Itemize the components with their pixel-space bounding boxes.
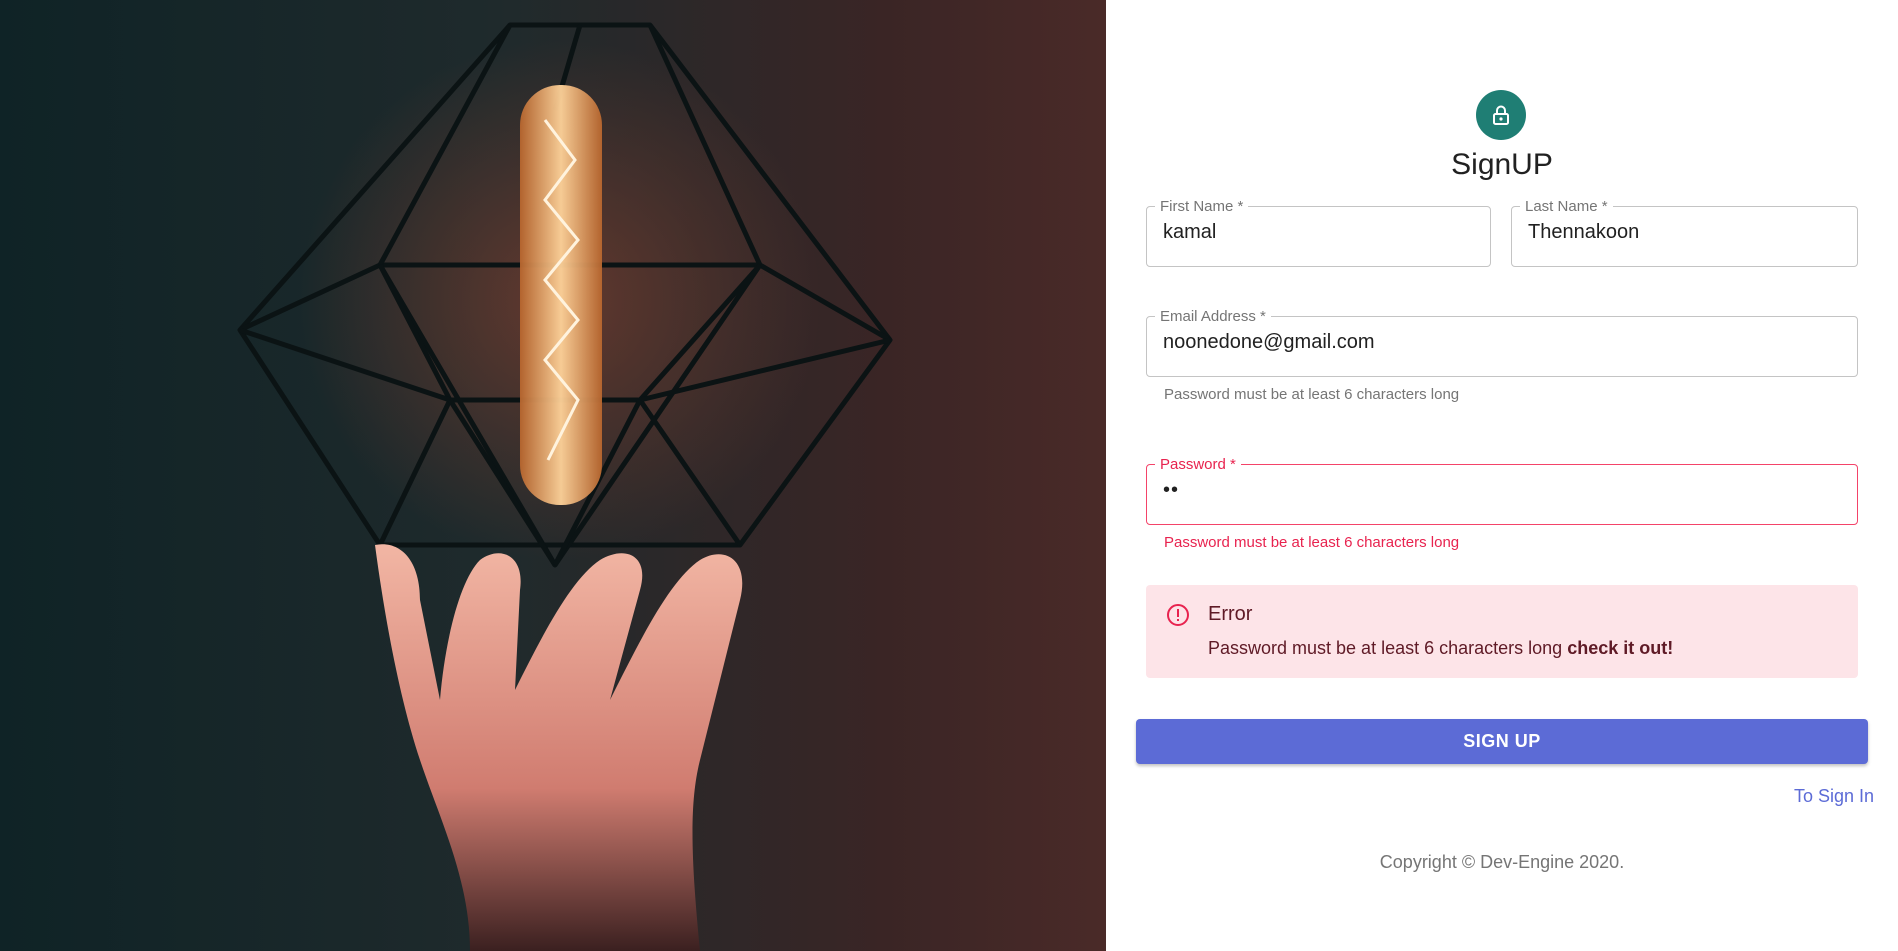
alert-title: Error (1208, 603, 1253, 625)
email-label: Email Address * (1160, 308, 1266, 325)
first-name-value: kamal (1163, 221, 1217, 243)
page-title: SignUP (1451, 148, 1553, 181)
last-name-field[interactable]: Last Name * Thennakoon (1511, 199, 1858, 267)
password-value: •• (1163, 479, 1180, 501)
error-outline-icon (1166, 603, 1190, 632)
lightbulb-cage-photo (0, 0, 1106, 951)
signup-panel: SignUP First Name * kamal Last Name * Th… (1106, 0, 1898, 951)
error-alert: Error Password must be at least 6 charac… (1146, 585, 1858, 678)
first-name-field[interactable]: First Name * kamal (1146, 199, 1491, 267)
last-name-label: Last Name * (1525, 198, 1608, 215)
email-field[interactable]: Email Address * noonedone@gmail.com (1146, 309, 1858, 377)
last-name-value: Thennakoon (1528, 221, 1640, 243)
sign-up-button[interactable]: SIGN UP (1136, 719, 1868, 764)
alert-message-emphasis: check it out! (1567, 638, 1674, 658)
password-label: Password * (1160, 456, 1236, 473)
password-field[interactable]: Password * •• (1146, 457, 1858, 525)
email-helper-text: Password must be at least 6 characters l… (1164, 386, 1460, 403)
email-value: noonedone@gmail.com (1163, 331, 1375, 353)
alert-message: Password must be at least 6 characters l… (1208, 638, 1673, 659)
alert-message-text: Password must be at least 6 characters l… (1208, 638, 1563, 658)
to-sign-in-link[interactable]: To Sign In (1794, 786, 1874, 807)
copyright-text: Copyright © Dev-Engine 2020. (1379, 852, 1625, 872)
first-name-label: First Name * (1160, 198, 1244, 215)
hero-image (0, 0, 1106, 951)
lock-avatar (1476, 90, 1526, 140)
password-helper-text: Password must be at least 6 characters l… (1164, 534, 1460, 551)
lock-icon (1493, 105, 1509, 125)
